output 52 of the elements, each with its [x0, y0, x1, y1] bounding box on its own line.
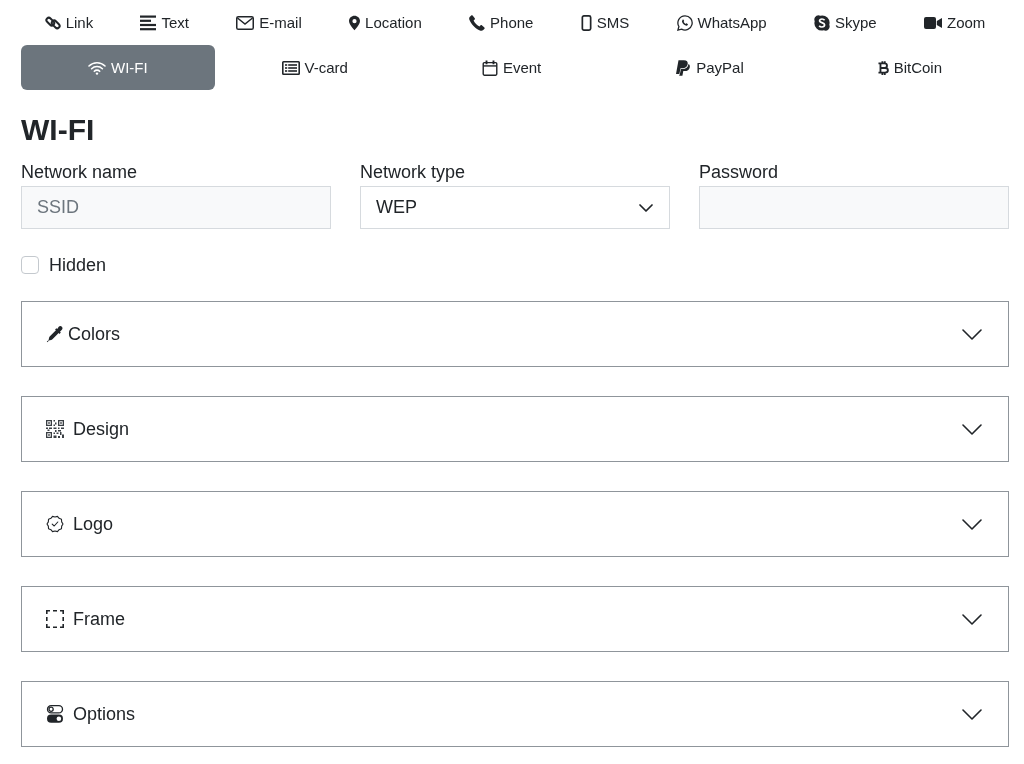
- envelope-icon: [236, 15, 255, 30]
- map-pin-icon: [349, 14, 361, 31]
- tab[interactable]: Location: [325, 0, 446, 45]
- accordion-header[interactable]: Options: [21, 681, 1009, 747]
- chevron-down-icon: [962, 613, 982, 625]
- tab[interactable]: E-mail: [212, 0, 326, 45]
- tab[interactable]: WI-FI: [21, 45, 215, 90]
- toggle-switches-icon: [46, 705, 64, 723]
- tab[interactable]: V-card: [214, 45, 415, 90]
- password-field[interactable]: [699, 186, 1009, 229]
- select-field[interactable]: WEP: [360, 186, 670, 229]
- link-icon: [44, 14, 61, 31]
- page-heading: WI-FI: [21, 112, 96, 148]
- qr-code-icon: [46, 420, 64, 438]
- tab[interactable]: Phone: [445, 0, 558, 45]
- mobile-phone-icon: [580, 14, 592, 31]
- chevron-down-icon: [962, 708, 982, 720]
- phone-icon: [469, 14, 486, 31]
- checkbox[interactable]: [21, 256, 39, 274]
- tab[interactable]: Text: [116, 0, 213, 45]
- check-badge-icon: [46, 515, 64, 533]
- accordion-header[interactable]: Colors: [21, 301, 1009, 367]
- video-camera-icon: [923, 15, 942, 30]
- tab[interactable]: Skype: [790, 0, 901, 45]
- tab[interactable]: Zoom: [900, 0, 1009, 45]
- chat-bubble-icon: [676, 14, 693, 31]
- text-lines-icon: [140, 14, 157, 31]
- calendar-icon: [481, 59, 498, 76]
- accordion-header[interactable]: Frame: [21, 586, 1009, 652]
- field-label: Network type: [360, 161, 467, 184]
- chevron-down-icon: [639, 203, 653, 212]
- eyedropper-icon: [46, 325, 63, 343]
- s-logo-icon: [814, 14, 830, 31]
- field-label: Network name: [21, 161, 139, 184]
- accordion-header[interactable]: Logo: [21, 491, 1009, 557]
- bitcoin-sign-icon: [877, 59, 889, 76]
- tab[interactable]: BitCoin: [810, 45, 1010, 90]
- input-field[interactable]: SSID: [21, 186, 331, 229]
- tab[interactable]: PayPal: [608, 45, 811, 90]
- tab[interactable]: Event: [414, 45, 609, 90]
- chevron-down-icon: [962, 328, 982, 340]
- tab[interactable]: Link: [21, 0, 117, 45]
- chevron-down-icon: [962, 423, 982, 435]
- card-list-icon: [281, 60, 300, 75]
- accordion-header[interactable]: Design: [21, 396, 1009, 462]
- field-label: Password: [699, 161, 780, 184]
- checkbox-label: Hidden: [49, 254, 107, 277]
- chevron-down-icon: [962, 518, 982, 530]
- tab[interactable]: WhatsApp: [652, 0, 791, 45]
- tab[interactable]: SMS: [557, 0, 653, 45]
- wifi-icon: [87, 60, 106, 75]
- p-logo-icon: [675, 59, 692, 76]
